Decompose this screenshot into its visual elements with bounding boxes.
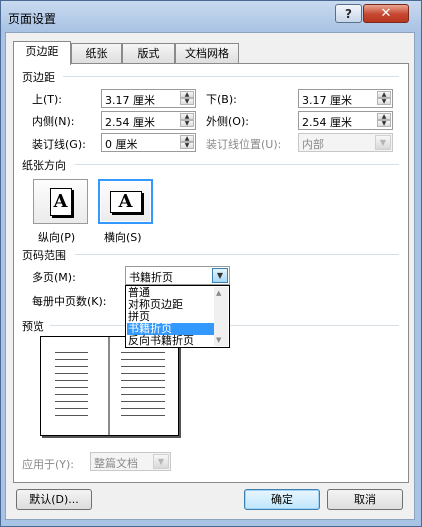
spin-down-icon[interactable]: ▼	[180, 120, 194, 127]
spin-down-icon[interactable]: ▼	[180, 98, 194, 105]
top-margin-stepper[interactable]: ▲ ▼	[180, 91, 194, 106]
portrait-option[interactable]: A	[33, 179, 88, 224]
bottom-margin-stepper[interactable]: ▲ ▼	[377, 91, 391, 106]
gutter-input[interactable]: 0 厘米 ▲ ▼	[101, 133, 196, 152]
preview-line	[121, 366, 165, 367]
preview-line	[121, 352, 165, 353]
preview-line	[55, 373, 88, 374]
outside-margin-value: 2.54 厘米	[302, 116, 352, 129]
scroll-up-icon[interactable]: ▲	[216, 289, 221, 297]
tab-paper[interactable]: 纸张	[71, 43, 122, 63]
spin-down-icon[interactable]: ▼	[180, 142, 194, 149]
multiple-pages-value: 书籍折页	[129, 271, 173, 284]
outside-margin-input[interactable]: 2.54 厘米 ▲ ▼	[298, 111, 393, 130]
chevron-down-icon: ▼	[153, 454, 169, 469]
tab-margins[interactable]: 页边距	[13, 41, 71, 65]
spin-up-icon[interactable]: ▲	[377, 113, 391, 120]
top-margin-value: 3.17 厘米	[105, 94, 155, 107]
gutter-position-select: 内部 ▼	[298, 133, 393, 152]
portrait-label: 纵向(P)	[38, 231, 76, 244]
apply-to-label: 应用于(Y):	[22, 458, 75, 471]
preview-line	[55, 366, 88, 367]
preview-line	[55, 359, 88, 360]
preview-line	[121, 408, 165, 409]
top-margin-input[interactable]: 3.17 厘米 ▲ ▼	[101, 89, 196, 108]
multiple-pages-label: 多页(M):	[32, 271, 76, 284]
orientation-divider	[75, 164, 399, 165]
list-item[interactable]: 反向书籍折页	[127, 335, 214, 347]
bottom-margin-value: 3.17 厘米	[302, 94, 352, 107]
pages-divider	[75, 254, 399, 255]
portrait-page-icon: A	[49, 187, 72, 216]
scroll-down-icon[interactable]: ▼	[216, 336, 221, 344]
tab-document-grid[interactable]: 文档网格	[175, 43, 239, 63]
outside-margin-label: 外侧(O):	[206, 115, 249, 128]
cancel-button[interactable]: 取消	[327, 489, 403, 510]
outside-margin-stepper[interactable]: ▲ ▼	[377, 113, 391, 128]
gutter-value: 0 厘米	[105, 138, 138, 151]
window-title: 页面设置	[8, 12, 57, 26]
preview-line	[55, 387, 88, 388]
bottom-margin-label: 下(B):	[206, 93, 237, 106]
preview-line	[121, 359, 165, 360]
preview-line	[55, 380, 88, 381]
help-button[interactable]: ?	[335, 4, 362, 23]
bottom-margin-input[interactable]: 3.17 厘米 ▲ ▼	[298, 89, 393, 108]
list-scrollbar[interactable]: ▲ ▼	[214, 287, 228, 346]
pages-section-title: 页码范围	[22, 247, 70, 263]
gutter-stepper[interactable]: ▲ ▼	[180, 135, 194, 150]
tab-layout[interactable]: 版式	[122, 43, 175, 63]
margins-section-title: 页边距	[22, 69, 59, 85]
chevron-down-icon: ▼	[375, 135, 391, 150]
close-button[interactable]: ✕	[363, 4, 409, 23]
preview-fold-line	[108, 337, 110, 435]
inside-margin-label: 内侧(N):	[32, 115, 75, 128]
preview-line	[121, 401, 165, 402]
inside-margin-input[interactable]: 2.54 厘米 ▲ ▼	[101, 111, 196, 130]
multiple-pages-select[interactable]: 书籍折页 ▼	[125, 266, 230, 285]
landscape-label: 横向(S)	[104, 231, 142, 244]
spin-down-icon[interactable]: ▼	[377, 120, 391, 127]
margins-divider	[63, 76, 399, 77]
spin-down-icon[interactable]: ▼	[377, 98, 391, 105]
preview-line	[121, 394, 165, 395]
gutter-position-value: 内部	[302, 138, 324, 151]
apply-to-value: 整篇文档	[94, 457, 138, 470]
top-margin-label: 上(T):	[32, 93, 63, 106]
preview-line	[121, 387, 165, 388]
landscape-page-icon: A	[109, 190, 142, 213]
preview-line	[121, 415, 165, 416]
preview-line	[121, 373, 165, 374]
spin-up-icon[interactable]: ▲	[180, 113, 194, 120]
gutter-label: 装订线(G):	[32, 138, 86, 151]
preview-line	[55, 401, 88, 402]
preview-line	[55, 415, 88, 416]
spin-up-icon[interactable]: ▲	[377, 91, 391, 98]
preview-line	[55, 394, 88, 395]
multiple-pages-dropdown-list[interactable]: 普通 对称页边距 拼页 书籍折页 反向书籍折页 ▲ ▼	[125, 285, 230, 348]
apply-to-select: 整篇文档 ▼	[90, 452, 171, 471]
inside-margin-value: 2.54 厘米	[105, 116, 155, 129]
gutter-position-label: 装订线位置(U):	[206, 138, 282, 151]
chevron-down-icon[interactable]: ▼	[212, 268, 228, 283]
orientation-section-title: 纸张方向	[22, 157, 70, 173]
preview-section-title: 预览	[22, 318, 48, 334]
spin-up-icon[interactable]: ▲	[180, 91, 194, 98]
landscape-option[interactable]: A	[98, 179, 153, 224]
default-button[interactable]: 默认(D)...	[16, 489, 92, 510]
preview-line	[55, 352, 88, 353]
inside-margin-stepper[interactable]: ▲ ▼	[180, 113, 194, 128]
ok-button[interactable]: 确定	[244, 489, 320, 510]
preview-line	[121, 380, 165, 381]
spin-up-icon[interactable]: ▲	[180, 135, 194, 142]
preview-line	[55, 408, 88, 409]
pages-per-booklet-label: 每册中页数(K):	[32, 295, 107, 308]
